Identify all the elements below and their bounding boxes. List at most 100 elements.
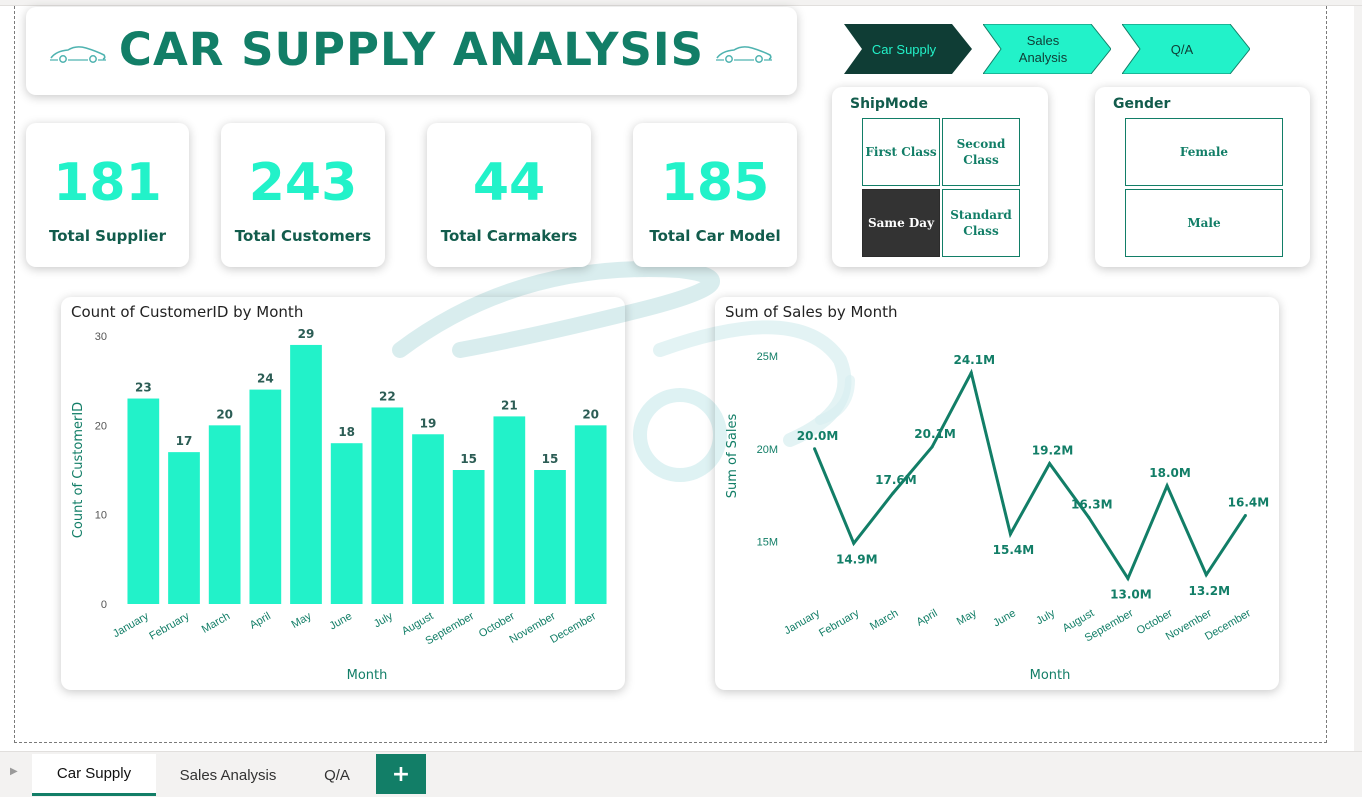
x-tick-label: June — [328, 610, 355, 632]
y-axis-label: Count of CustomerID — [71, 402, 86, 538]
bar — [249, 389, 282, 604]
data-label: 19 — [420, 416, 437, 430]
x-tick-label: March — [868, 607, 900, 633]
bar — [208, 425, 241, 604]
x-tick-label: May — [290, 610, 314, 631]
kpi-label: Total Car Model — [649, 227, 781, 245]
data-label: 15 — [542, 452, 559, 466]
tab-car-supply[interactable]: Car Supply — [32, 754, 156, 796]
data-label: 15 — [460, 452, 477, 466]
bar — [493, 416, 526, 604]
data-point — [813, 447, 817, 451]
tab-scroll-left-icon[interactable]: ▶ — [10, 766, 20, 780]
data-label: 20 — [216, 407, 233, 421]
nav-sales-analysis-button[interactable]: Sales Analysis — [983, 24, 1111, 74]
bar — [412, 434, 444, 604]
nav-car-supply-button[interactable]: Car Supply — [844, 24, 972, 74]
slicer-title: ShipMode — [850, 96, 928, 112]
data-point — [1204, 573, 1208, 577]
tab-qa[interactable]: Q/A — [300, 754, 374, 796]
data-label: 13.0M — [1110, 587, 1152, 601]
x-tick-label: July — [372, 610, 395, 630]
page-tab-bar: ▶ Car Supply Sales Analysis Q/A + — [0, 751, 1362, 797]
kpi-card-total-car-model: 185 Total Car Model — [633, 123, 797, 267]
y-tick-label: 20M — [757, 444, 778, 456]
kpi-value: 243 — [248, 153, 358, 213]
y-axis-label: Sum of Sales — [725, 414, 740, 499]
data-label: 14.9M — [836, 552, 878, 566]
bar-chart[interactable]: 0 10 20 30 Count of CustomerID 23 January 17 Feb… — [61, 297, 625, 690]
page-title: CAR SUPPLY ANALYSIS — [118, 23, 705, 76]
tab-sales-analysis[interactable]: Sales Analysis — [158, 754, 298, 796]
x-tick-label: May — [955, 607, 979, 628]
bar — [330, 443, 363, 604]
shipmode-option-first-class[interactable]: First Class — [862, 118, 940, 186]
nav-qa-button[interactable]: Q/A — [1122, 24, 1250, 74]
data-label: 18.0M — [1149, 466, 1191, 480]
data-label: 20.1M — [914, 427, 956, 441]
x-axis-label: Month — [1030, 668, 1071, 683]
data-label: 16.3M — [1071, 497, 1113, 511]
x-tick-label: January — [111, 610, 151, 640]
data-label: 24 — [257, 372, 274, 386]
gender-slicer: Gender Female Male — [1095, 87, 1310, 267]
data-point — [1243, 513, 1247, 517]
data-point — [852, 541, 856, 545]
x-tick-label: January — [782, 607, 822, 637]
scrollbar[interactable] — [1354, 6, 1362, 751]
data-point — [1048, 462, 1052, 466]
bar — [534, 470, 566, 604]
gender-option-male[interactable]: Male — [1125, 189, 1283, 257]
x-tick-label: June — [991, 607, 1018, 629]
data-point — [1087, 515, 1091, 519]
shipmode-option-standard-class[interactable]: Standard Class — [942, 189, 1020, 257]
y-tick-label: 10 — [95, 510, 107, 522]
data-point — [1008, 532, 1012, 536]
gender-option-female[interactable]: Female — [1125, 118, 1283, 186]
data-point — [969, 371, 973, 375]
shipmode-slicer: ShipMode First Class Second Class Same D… — [832, 87, 1048, 267]
line-chart[interactable]: 15M 20M 25M Sum of Sales 20.0M January 14.9M Fe… — [715, 297, 1279, 690]
data-label: 20 — [582, 407, 599, 421]
y-tick-label: 15M — [757, 536, 778, 548]
data-label: 16.4M — [1228, 495, 1270, 509]
bar — [127, 398, 160, 604]
x-axis-label: Month — [347, 668, 388, 683]
x-tick-label: December — [548, 610, 598, 646]
bar-chart-card: 0 10 20 30 Count of CustomerID 23 January 17 Feb… — [61, 297, 625, 690]
data-label: 24.1M — [953, 353, 995, 367]
kpi-label: Total Customers — [234, 227, 372, 245]
nav-label: Car Supply — [871, 41, 937, 57]
data-label: 18 — [338, 425, 355, 439]
data-point — [891, 491, 895, 495]
shipmode-option-same-day[interactable]: Same Day — [862, 189, 940, 257]
chart-title: Sum of Sales by Month — [725, 303, 898, 321]
kpi-card-total-supplier: 181 Total Supplier — [26, 123, 189, 267]
data-point — [930, 445, 934, 449]
data-label: 29 — [298, 327, 315, 341]
data-label: 13.2M — [1188, 584, 1230, 598]
title-card: CAR SUPPLY ANALYSIS — [26, 7, 797, 95]
data-label: 23 — [135, 381, 152, 395]
x-tick-label: July — [1034, 607, 1057, 627]
data-label: 15.4M — [993, 543, 1035, 557]
data-label: 21 — [501, 398, 518, 412]
y-tick-label: 20 — [95, 420, 107, 432]
bar — [574, 425, 607, 604]
data-label: 19.2M — [1032, 444, 1074, 458]
bar — [168, 452, 200, 604]
shipmode-option-second-class[interactable]: Second Class — [942, 118, 1020, 186]
bar — [452, 470, 485, 604]
y-tick-label: 30 — [95, 331, 107, 343]
data-label: 22 — [379, 389, 396, 403]
add-page-button[interactable]: + — [376, 754, 426, 794]
data-point — [1165, 484, 1169, 488]
x-tick-label: March — [200, 610, 232, 636]
kpi-value: 44 — [472, 153, 546, 213]
y-tick-label: 25M — [757, 351, 778, 363]
bar — [290, 344, 322, 604]
nav-label: Q/A — [1170, 41, 1194, 57]
x-tick-label: April — [915, 607, 940, 628]
y-tick-label: 0 — [101, 599, 107, 611]
x-tick-label: February — [817, 607, 862, 640]
